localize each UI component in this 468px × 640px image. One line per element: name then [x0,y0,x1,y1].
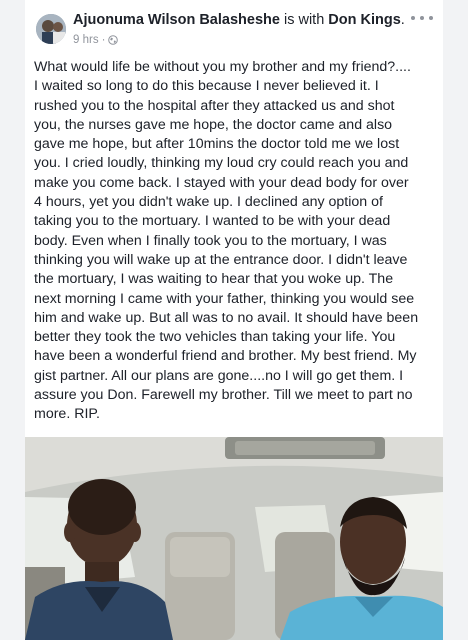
tagged-suffix: . [400,12,405,28]
post-card: Ajuonuma Wilson Balasheshe is with Don K… [25,0,443,640]
author-name[interactable]: Ajuonuma Wilson Balasheshe [73,12,280,28]
tagged-friend[interactable]: Don Kings [328,12,401,28]
with-text: is with [279,12,329,28]
post-body: What would life be without you my brothe… [34,59,419,423]
post-time[interactable]: 9 hrs [73,34,99,46]
author-line: Ajuonuma Wilson Balasheshe is with Don K… [73,12,405,28]
post-meta: 9 hrs · [73,34,119,46]
more-options-icon[interactable] [411,10,433,26]
globe-icon [108,35,119,45]
post-photo[interactable] [25,437,443,640]
post-header: Ajuonuma Wilson Balasheshe is with Don K… [25,0,443,56]
meta-separator: · [101,34,106,46]
author-avatar[interactable] [36,14,66,44]
